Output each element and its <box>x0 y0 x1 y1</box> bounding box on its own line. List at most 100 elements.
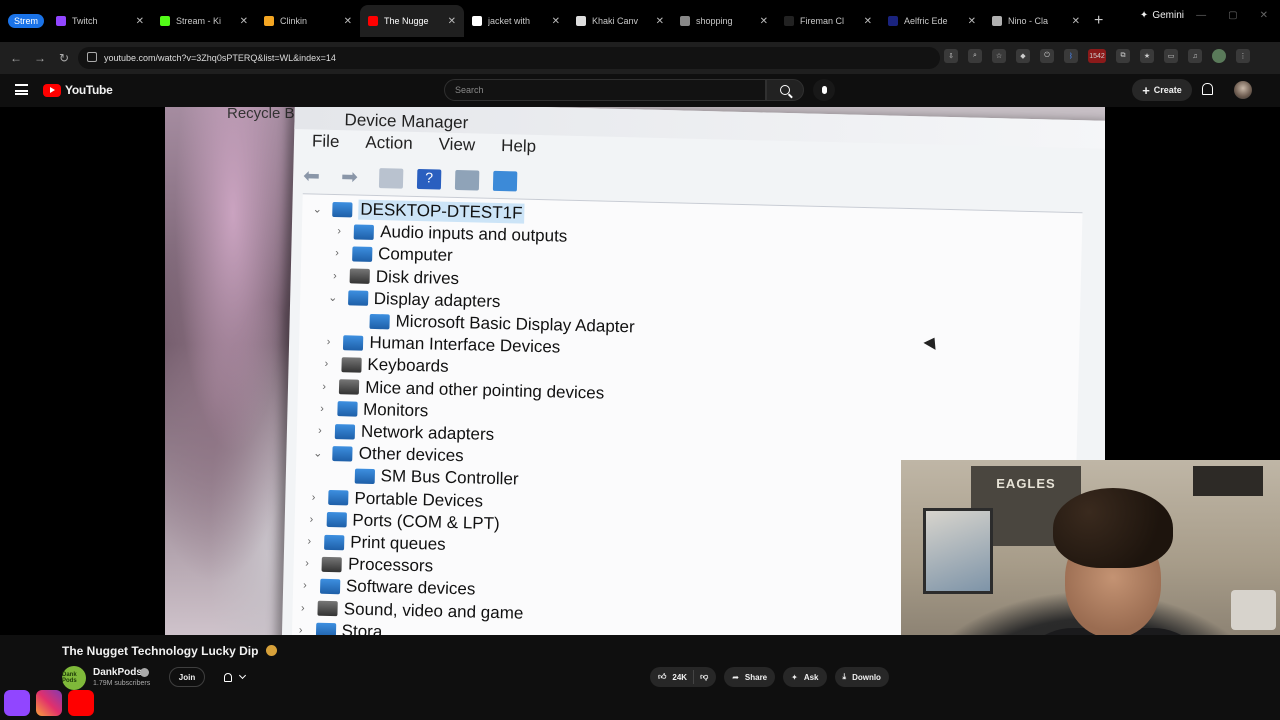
browser-tab[interactable]: Clinkin ✕ <box>256 5 360 37</box>
tab-close-icon[interactable]: ✕ <box>968 16 976 27</box>
like-divider <box>693 670 695 684</box>
browser-tab[interactable]: Nino - Cla ✕ <box>984 5 1088 37</box>
device-label: Keyboards <box>367 355 449 377</box>
voice-search-button[interactable] <box>813 79 835 101</box>
tab-close-icon[interactable]: ✕ <box>344 16 352 27</box>
search-button[interactable] <box>766 79 804 101</box>
search-input[interactable] <box>444 79 766 101</box>
puzzle-icon[interactable]: ⧉ <box>1116 49 1130 63</box>
browser-tab[interactable]: Twitch ✕ <box>48 5 152 37</box>
twitch-icon[interactable] <box>4 690 30 716</box>
tab-close-icon[interactable]: ✕ <box>552 16 560 27</box>
chevron-down-icon: ⌄ <box>312 202 323 216</box>
tab-close-icon[interactable]: ✕ <box>864 16 872 27</box>
chevron-right-icon: › <box>332 269 337 282</box>
account-avatar[interactable] <box>1234 81 1252 99</box>
maximize-icon[interactable]: ▢ <box>1228 10 1237 21</box>
device-label: DESKTOP-DTEST1F <box>358 199 525 224</box>
forward-icon[interactable]: → <box>28 51 52 65</box>
chevron-right-icon: › <box>298 624 303 635</box>
tab-close-icon[interactable]: ✕ <box>240 16 248 27</box>
power-icon[interactable]: ⏻ <box>1040 49 1054 63</box>
device-tree-row: ⌄ DESKTOP-DTEST1F <box>308 198 525 224</box>
tab-close-icon[interactable]: ✕ <box>1072 16 1080 27</box>
video-title-text: The Nugget Technology Lucky Dip <box>62 644 259 658</box>
reload-icon[interactable]: ↻ <box>52 51 76 65</box>
tab-title: jacket with <box>488 16 531 26</box>
chevron-right-icon: › <box>337 225 342 238</box>
like-button[interactable]: 👍︎ 24K <box>658 672 687 682</box>
site-info-icon[interactable] <box>87 52 97 62</box>
tab-title: Stream - Ki <box>176 16 222 26</box>
gemini-button[interactable]: ✦ Gemini <box>1140 10 1184 21</box>
address-bar[interactable]: youtube.com/watch?v=3Zhq0sPTERQ&list=WL&… <box>78 47 940 69</box>
device-icon <box>334 423 356 440</box>
browser-tab[interactable]: jacket with ✕ <box>464 5 568 37</box>
more-menu-icon[interactable]: ⋮ <box>1236 49 1250 63</box>
channel-avatar[interactable]: Dank Pods <box>62 666 86 690</box>
close-window-icon[interactable]: ✕ <box>1260 10 1268 21</box>
device-tree-row: SM Bus Controller <box>330 465 519 490</box>
browser-tab[interactable]: Khaki Canv ✕ <box>568 5 672 37</box>
video-player[interactable]: Recycle Bin Device Manager File Action Vie… <box>0 107 1280 635</box>
bookmark-star-icon[interactable]: ☆ <box>992 49 1006 63</box>
browser-tab[interactable]: shopping ✕ <box>672 5 776 37</box>
device-tree-row: › Stora <box>291 620 383 635</box>
chevron-right-icon: › <box>320 402 325 415</box>
new-tab-icon[interactable]: + <box>1094 12 1103 30</box>
youtube-logo[interactable]: YouTube <box>43 83 113 97</box>
device-tree-row: ⌄ Display adapters <box>324 288 501 312</box>
minimize-icon[interactable]: — <box>1196 10 1206 21</box>
notifications-bell-icon[interactable] <box>1202 83 1213 95</box>
device-icon <box>326 512 347 528</box>
extension-badge[interactable]: 1542 <box>1088 49 1106 63</box>
join-button[interactable]: Join <box>169 667 205 687</box>
dislike-button[interactable]: 👎︎ <box>700 672 708 682</box>
bookmarks-icon[interactable]: ★ <box>1140 49 1154 63</box>
tab-close-icon[interactable]: ✕ <box>136 16 144 27</box>
zoom-icon[interactable]: ⌕ <box>968 49 982 63</box>
properties-icon <box>378 167 404 189</box>
tab-close-icon[interactable]: ✕ <box>448 16 456 27</box>
extension-icon[interactable]: ◆ <box>1016 49 1030 63</box>
youtube-icon[interactable] <box>68 690 94 716</box>
device-tree-row: › Keyboards <box>317 354 449 377</box>
window-menu-item: File <box>311 131 340 152</box>
tab-close-icon[interactable]: ✕ <box>760 16 768 27</box>
back-icon[interactable]: ← <box>4 51 28 65</box>
device-icon <box>369 313 390 329</box>
tab-group-label[interactable]: Strem <box>8 14 45 28</box>
ask-button[interactable]: ✦ Ask <box>783 667 827 687</box>
device-icon <box>347 290 368 307</box>
share-arrow-icon: ➦ <box>732 672 739 682</box>
device-icon <box>354 224 375 240</box>
sidebar-icon[interactable]: ▭ <box>1164 49 1178 63</box>
window-menu-item: View <box>438 134 476 155</box>
channel-name[interactable]: DankPods <box>93 667 142 678</box>
browser-tab[interactable]: The Nugge ✕ <box>360 5 465 37</box>
wall-picture-frame <box>923 508 993 594</box>
subscribed-notification-button[interactable] <box>212 667 256 687</box>
thumbs-down-icon: 👎︎ <box>700 672 709 681</box>
browser-tab[interactable]: Stream - Ki ✕ <box>152 5 256 37</box>
profile-icon[interactable] <box>1212 49 1226 63</box>
media-icon[interactable]: ♫ <box>1188 49 1202 63</box>
browser-tab[interactable]: Fireman Cl ✕ <box>776 5 880 37</box>
bluetooth-icon[interactable]: ᛒ <box>1064 49 1078 63</box>
instagram-icon[interactable] <box>36 690 62 716</box>
monitor-icon <box>492 170 518 191</box>
device-tree-row: › Ports (COM & LPT) <box>302 509 500 534</box>
tab-favicon-icon <box>784 16 795 26</box>
tab-close-icon[interactable]: ✕ <box>656 16 664 27</box>
nugget-emoji-icon <box>265 645 277 656</box>
device-label: Display adapters <box>373 288 501 311</box>
create-button[interactable]: + Create <box>1132 79 1192 101</box>
browser-tab[interactable]: Aelfric Ede ✕ <box>880 5 984 37</box>
hamburger-menu-icon[interactable] <box>15 84 28 95</box>
download-button[interactable]: ⤓ Downlo <box>834 667 889 687</box>
create-label: Create <box>1153 85 1182 95</box>
install-icon[interactable]: ⇩ <box>944 49 958 63</box>
share-button[interactable]: ➦ Share <box>724 667 776 687</box>
like-count: 24K <box>672 672 688 682</box>
tab-title: Fireman Cl <box>800 16 845 26</box>
